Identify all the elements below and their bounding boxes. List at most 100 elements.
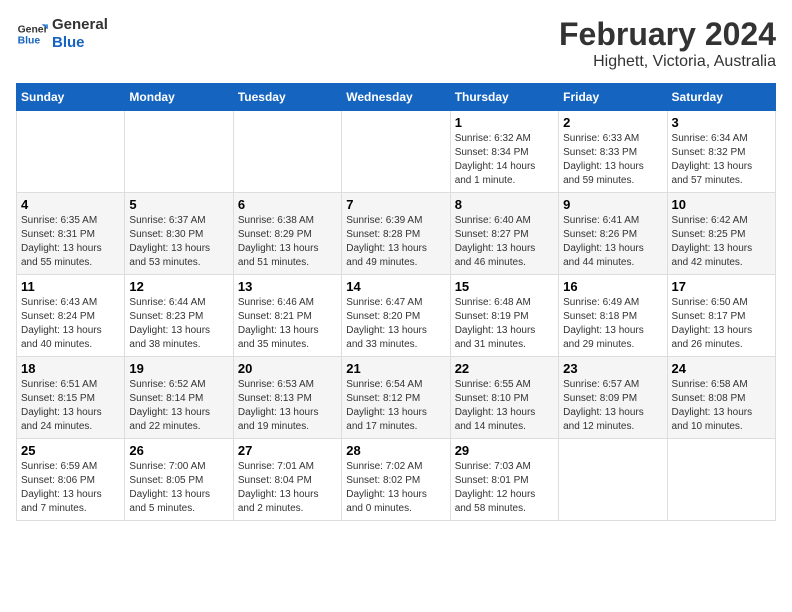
svg-text:General: General bbox=[18, 24, 48, 35]
day-number: 7 bbox=[346, 197, 445, 212]
day-info: Sunrise: 6:44 AM Sunset: 8:23 PM Dayligh… bbox=[129, 296, 228, 352]
day-number: 6 bbox=[238, 197, 337, 212]
day-number: 13 bbox=[238, 279, 337, 294]
calendar-week-row: 1 Sunrise: 6:32 AM Sunset: 8:34 PM Daylig… bbox=[17, 111, 776, 193]
calendar-cell: 14 Sunrise: 6:47 AM Sunset: 8:20 PM Dayli… bbox=[342, 275, 450, 357]
day-number: 21 bbox=[346, 361, 445, 376]
day-info: Sunrise: 6:52 AM Sunset: 8:14 PM Dayligh… bbox=[129, 378, 228, 434]
day-info: Sunrise: 6:43 AM Sunset: 8:24 PM Dayligh… bbox=[21, 296, 120, 352]
logo-line1: General bbox=[52, 16, 108, 34]
day-info: Sunrise: 6:50 AM Sunset: 8:17 PM Dayligh… bbox=[672, 296, 771, 352]
day-number: 29 bbox=[455, 443, 554, 458]
calendar-cell: 23Sunrise: 6:57 AM Sunset: 8:09 PM Dayli… bbox=[559, 357, 667, 439]
calendar-cell: 24Sunrise: 6:58 AM Sunset: 8:08 PM Dayli… bbox=[667, 357, 775, 439]
calendar-cell: 8 Sunrise: 6:40 AM Sunset: 8:27 PM Daylig… bbox=[450, 193, 558, 275]
calendar-cell: 7Sunrise: 6:39 AM Sunset: 8:28 PM Daylig… bbox=[342, 193, 450, 275]
day-number: 9 bbox=[563, 197, 662, 212]
day-number: 26 bbox=[129, 443, 228, 458]
header-wednesday: Wednesday bbox=[342, 84, 450, 111]
day-number: 1 bbox=[455, 115, 554, 130]
day-info: Sunrise: 6:46 AM Sunset: 8:21 PM Dayligh… bbox=[238, 296, 337, 352]
day-info: Sunrise: 6:59 AM Sunset: 8:06 PM Dayligh… bbox=[21, 460, 120, 516]
day-number: 19 bbox=[129, 361, 228, 376]
header-monday: Monday bbox=[125, 84, 233, 111]
calendar-cell: 2Sunrise: 6:33 AM Sunset: 8:33 PM Daylig… bbox=[559, 111, 667, 193]
day-number: 16 bbox=[563, 279, 662, 294]
calendar-cell: 22Sunrise: 6:55 AM Sunset: 8:10 PM Dayli… bbox=[450, 357, 558, 439]
calendar-cell bbox=[667, 439, 775, 521]
header-saturday: Saturday bbox=[667, 84, 775, 111]
calendar-cell: 29 Sunrise: 7:03 AM Sunset: 8:01 PM Dayli… bbox=[450, 439, 558, 521]
day-number: 10 bbox=[672, 197, 771, 212]
svg-text:Blue: Blue bbox=[18, 36, 41, 47]
day-info: Sunrise: 6:34 AM Sunset: 8:32 PM Dayligh… bbox=[672, 132, 771, 188]
day-number: 14 bbox=[346, 279, 445, 294]
day-info: Sunrise: 6:49 AM Sunset: 8:18 PM Dayligh… bbox=[563, 296, 662, 352]
header-thursday: Thursday bbox=[450, 84, 558, 111]
day-number: 4 bbox=[21, 197, 120, 212]
calendar-week-row: 4 Sunrise: 6:35 AM Sunset: 8:31 PM Daylig… bbox=[17, 193, 776, 275]
calendar-cell: 1 Sunrise: 6:32 AM Sunset: 8:34 PM Daylig… bbox=[450, 111, 558, 193]
calendar-cell: 18 Sunrise: 6:51 AM Sunset: 8:15 PM Dayli… bbox=[17, 357, 125, 439]
calendar-cell: 17Sunrise: 6:50 AM Sunset: 8:17 PM Dayli… bbox=[667, 275, 775, 357]
day-info: Sunrise: 7:01 AM Sunset: 8:04 PM Dayligh… bbox=[238, 460, 337, 516]
page-title: February 2024 bbox=[559, 16, 776, 53]
calendar-cell: 15 Sunrise: 6:48 AM Sunset: 8:19 PM Dayli… bbox=[450, 275, 558, 357]
calendar-cell: 9 Sunrise: 6:41 AM Sunset: 8:26 PM Daylig… bbox=[559, 193, 667, 275]
calendar-header-row: SundayMondayTuesdayWednesdayThursdayFrid… bbox=[17, 84, 776, 111]
calendar-table: SundayMondayTuesdayWednesdayThursdayFrid… bbox=[16, 83, 776, 521]
page-subtitle: Highett, Victoria, Australia bbox=[559, 53, 776, 71]
day-number: 11 bbox=[21, 279, 120, 294]
day-number: 24 bbox=[672, 361, 771, 376]
day-number: 25 bbox=[21, 443, 120, 458]
calendar-week-row: 18 Sunrise: 6:51 AM Sunset: 8:15 PM Dayli… bbox=[17, 357, 776, 439]
logo-icon: General Blue bbox=[16, 18, 48, 50]
day-info: Sunrise: 6:57 AM Sunset: 8:09 PM Dayligh… bbox=[563, 378, 662, 434]
calendar-cell: 13 Sunrise: 6:46 AM Sunset: 8:21 PM Dayli… bbox=[233, 275, 341, 357]
day-info: Sunrise: 6:37 AM Sunset: 8:30 PM Dayligh… bbox=[129, 214, 228, 270]
day-info: Sunrise: 7:00 AM Sunset: 8:05 PM Dayligh… bbox=[129, 460, 228, 516]
calendar-cell: 25 Sunrise: 6:59 AM Sunset: 8:06 PM Dayli… bbox=[17, 439, 125, 521]
calendar-cell: 11 Sunrise: 6:43 AM Sunset: 8:24 PM Dayli… bbox=[17, 275, 125, 357]
day-info: Sunrise: 6:54 AM Sunset: 8:12 PM Dayligh… bbox=[346, 378, 445, 434]
calendar-cell: 3 Sunrise: 6:34 AM Sunset: 8:32 PM Daylig… bbox=[667, 111, 775, 193]
calendar-cell: 27Sunrise: 7:01 AM Sunset: 8:04 PM Dayli… bbox=[233, 439, 341, 521]
day-number: 3 bbox=[672, 115, 771, 130]
logo-line2: Blue bbox=[52, 34, 108, 52]
day-number: 28 bbox=[346, 443, 445, 458]
day-info: Sunrise: 6:47 AM Sunset: 8:20 PM Dayligh… bbox=[346, 296, 445, 352]
day-number: 8 bbox=[455, 197, 554, 212]
header-friday: Friday bbox=[559, 84, 667, 111]
logo: General Blue General Blue bbox=[16, 16, 108, 52]
calendar-week-row: 25 Sunrise: 6:59 AM Sunset: 8:06 PM Dayli… bbox=[17, 439, 776, 521]
day-info: Sunrise: 6:51 AM Sunset: 8:15 PM Dayligh… bbox=[21, 378, 120, 434]
day-info: Sunrise: 7:02 AM Sunset: 8:02 PM Dayligh… bbox=[346, 460, 445, 516]
calendar-cell: 6 Sunrise: 6:38 AM Sunset: 8:29 PM Daylig… bbox=[233, 193, 341, 275]
header: General Blue General Blue February 2024 … bbox=[16, 16, 776, 71]
day-info: Sunrise: 6:35 AM Sunset: 8:31 PM Dayligh… bbox=[21, 214, 120, 270]
day-info: Sunrise: 6:53 AM Sunset: 8:13 PM Dayligh… bbox=[238, 378, 337, 434]
day-info: Sunrise: 6:41 AM Sunset: 8:26 PM Dayligh… bbox=[563, 214, 662, 270]
day-info: Sunrise: 6:40 AM Sunset: 8:27 PM Dayligh… bbox=[455, 214, 554, 270]
calendar-cell bbox=[233, 111, 341, 193]
calendar-cell: 4 Sunrise: 6:35 AM Sunset: 8:31 PM Daylig… bbox=[17, 193, 125, 275]
day-number: 2 bbox=[563, 115, 662, 130]
calendar-cell: 16 Sunrise: 6:49 AM Sunset: 8:18 PM Dayli… bbox=[559, 275, 667, 357]
calendar-cell: 10 Sunrise: 6:42 AM Sunset: 8:25 PM Dayli… bbox=[667, 193, 775, 275]
title-area: February 2024 Highett, Victoria, Austral… bbox=[559, 16, 776, 71]
day-info: Sunrise: 6:42 AM Sunset: 8:25 PM Dayligh… bbox=[672, 214, 771, 270]
calendar-cell bbox=[342, 111, 450, 193]
day-number: 15 bbox=[455, 279, 554, 294]
day-info: Sunrise: 7:03 AM Sunset: 8:01 PM Dayligh… bbox=[455, 460, 554, 516]
day-number: 18 bbox=[21, 361, 120, 376]
day-info: Sunrise: 6:38 AM Sunset: 8:29 PM Dayligh… bbox=[238, 214, 337, 270]
day-info: Sunrise: 6:32 AM Sunset: 8:34 PM Dayligh… bbox=[455, 132, 554, 188]
day-number: 12 bbox=[129, 279, 228, 294]
day-info: Sunrise: 6:55 AM Sunset: 8:10 PM Dayligh… bbox=[455, 378, 554, 434]
calendar-cell: 20Sunrise: 6:53 AM Sunset: 8:13 PM Dayli… bbox=[233, 357, 341, 439]
calendar-cell: 12 Sunrise: 6:44 AM Sunset: 8:23 PM Dayli… bbox=[125, 275, 233, 357]
calendar-cell: 21 Sunrise: 6:54 AM Sunset: 8:12 PM Dayli… bbox=[342, 357, 450, 439]
day-info: Sunrise: 6:48 AM Sunset: 8:19 PM Dayligh… bbox=[455, 296, 554, 352]
calendar-cell bbox=[559, 439, 667, 521]
calendar-cell: 5Sunrise: 6:37 AM Sunset: 8:30 PM Daylig… bbox=[125, 193, 233, 275]
